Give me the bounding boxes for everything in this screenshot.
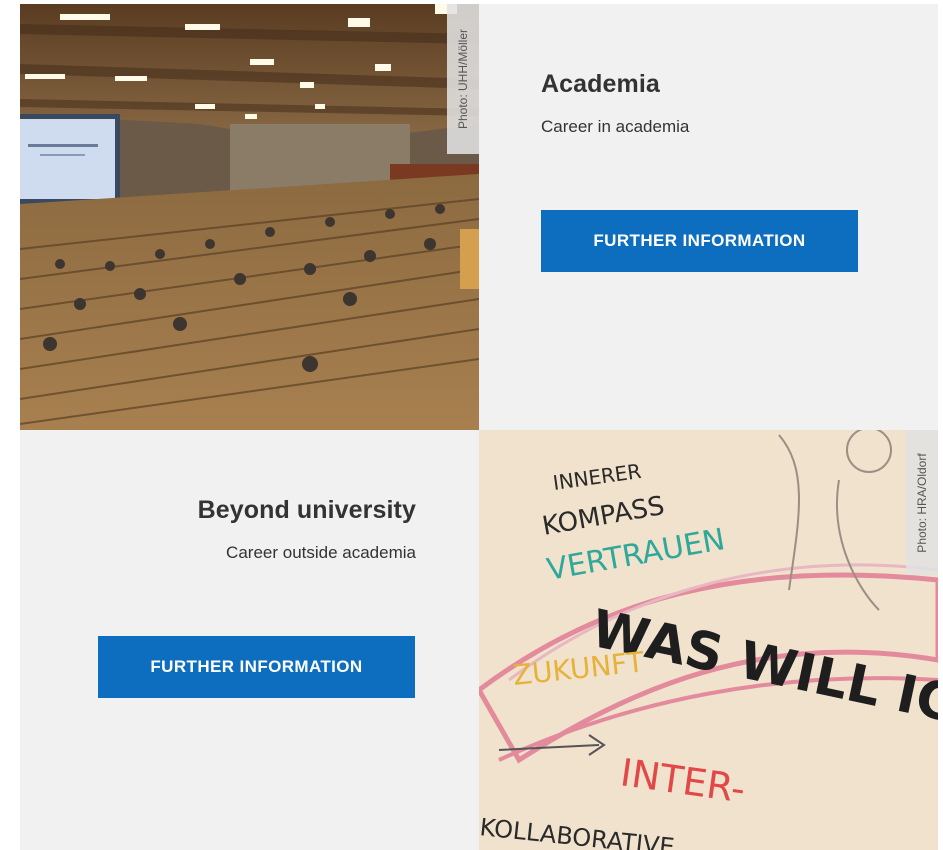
beyond-university-subtitle: Career outside academia bbox=[226, 543, 416, 562]
photo-credit: Photo: UHH/Möller bbox=[447, 4, 479, 154]
photo-credit: Photo: HRA/Oldorf bbox=[906, 430, 938, 575]
beyond-university-title: Beyond university bbox=[197, 496, 416, 524]
beyond-university-photo: INNERER KOMPASS VERTRAUEN WAS WILL ICH ?… bbox=[479, 430, 938, 850]
sketchnote-image: INNERER KOMPASS VERTRAUEN WAS WILL ICH ?… bbox=[479, 430, 938, 850]
lecture-hall-image bbox=[20, 4, 479, 430]
career-grid: Photo: UHH/Möller Academia Career in aca… bbox=[20, 4, 938, 850]
academia-title: Academia bbox=[541, 70, 660, 98]
academia-photo: Photo: UHH/Möller bbox=[20, 4, 479, 430]
academia-further-info-button[interactable]: FURTHER INFORMATION bbox=[541, 210, 858, 272]
beyond-university-card: Beyond university Career outside academi… bbox=[20, 430, 479, 850]
academia-subtitle: Career in academia bbox=[541, 117, 690, 136]
beyond-university-further-info-button[interactable]: FURTHER INFORMATION bbox=[98, 636, 415, 698]
academia-card: Academia Career in academia FURTHER INFO… bbox=[479, 4, 938, 430]
